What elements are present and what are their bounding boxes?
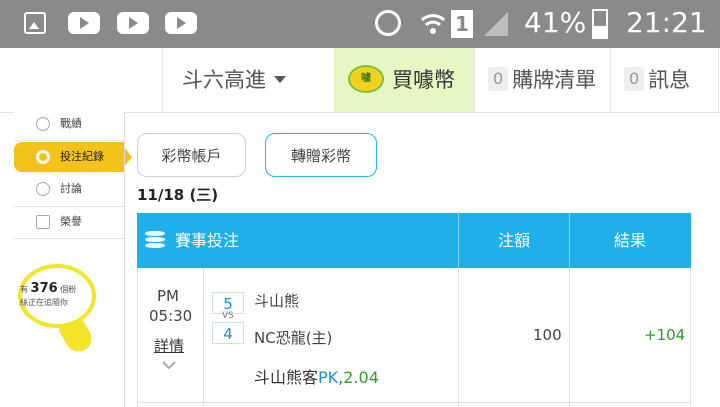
home-team: NC恐龍(主) <box>254 329 333 347</box>
user-menu[interactable]: 斗六高進 <box>182 48 286 112</box>
sidebar-divider <box>14 140 124 141</box>
expand-chevron-icon[interactable] <box>162 358 176 374</box>
cart-label: 購牌清單 <box>512 68 597 92</box>
fans-widget[interactable]: 有 376 個粉 絲正在追隨你 <box>14 262 100 360</box>
column-divider <box>569 268 570 407</box>
user-name: 斗六高進 <box>182 68 266 92</box>
bet-result: +104 <box>644 326 686 344</box>
youtube-notification-icon <box>68 12 100 34</box>
sidebar-border <box>124 112 125 407</box>
date-heading: 11/18 (三) <box>137 186 219 204</box>
buy-coins-button[interactable]: 噱買噱幣 <box>334 48 474 112</box>
fans-suffix: 絲正在追隨你 <box>20 298 68 307</box>
fans-text: 有 376 個粉 絲正在追隨你 <box>20 282 96 309</box>
battery-icon <box>592 9 608 39</box>
coin-logo-icon: 噱 <box>348 65 384 93</box>
sidebar-item-label: 投注紀錄 <box>60 150 104 163</box>
battery-percent: 41% <box>524 6 587 39</box>
fans-unit: 個粉 <box>60 285 77 294</box>
coin-account-button[interactable]: 彩幣帳戶 <box>137 133 246 177</box>
header-amount: 注額 <box>498 231 531 250</box>
bet-amount: 100 <box>533 326 562 344</box>
top-nav: 斗六高進 噱買噱幣 0 購牌清單 0 訊息 <box>0 48 720 113</box>
fans-prefix: 有 <box>20 285 28 294</box>
transfer-coins-button[interactable]: 轉贈彩幣 <box>265 133 377 177</box>
nav-divider <box>474 48 475 112</box>
sim-card-icon: 1 <box>451 10 473 38</box>
nav-divider <box>718 48 719 112</box>
header-divider <box>458 213 459 268</box>
honor-icon <box>36 215 50 229</box>
nav-divider <box>162 48 163 112</box>
youtube-notification-icon <box>165 12 197 34</box>
sidebar-divider <box>14 238 124 239</box>
bet-pick: 斗山熊客PK,2.04 <box>254 364 379 388</box>
header-divider <box>569 213 570 268</box>
details-link[interactable]: 詳情 <box>154 335 184 356</box>
sidebar-item-label: 討論 <box>60 182 82 195</box>
row-divider <box>137 402 691 403</box>
sidebar-item-bet-history[interactable]: 投注紀錄 <box>14 142 132 172</box>
sidebar-item-label: 戰績 <box>60 117 82 130</box>
header-result: 結果 <box>614 231 647 250</box>
sidebar: 戰績 投注紀錄 討論 榮譽 <box>14 109 132 407</box>
messages-label: 訊息 <box>648 68 691 92</box>
column-divider <box>203 268 204 407</box>
sidebar-item-honor[interactable]: 榮譽 <box>14 207 124 237</box>
vs-label: VS <box>222 311 234 321</box>
buy-coins-label: 買噱幣 <box>392 68 455 92</box>
away-team: 斗山熊 <box>254 292 300 310</box>
sim-number: 1 <box>455 12 469 36</box>
messages-button[interactable]: 0 訊息 <box>624 48 690 112</box>
sidebar-item-discussion[interactable]: 討論 <box>14 174 124 204</box>
pick-odds: ,2.04 <box>338 368 379 387</box>
game-time: 05:30 <box>149 307 193 325</box>
clock: 21:21 <box>626 6 707 39</box>
cart-button[interactable]: 0 購牌清單 <box>488 48 596 112</box>
pick-type: PK <box>318 368 339 387</box>
bet-record-icon <box>36 150 50 164</box>
home-score: 4 <box>212 322 244 344</box>
message-count-badge: 0 <box>624 67 645 91</box>
signal-icon <box>482 10 510 42</box>
youtube-notification-icon <box>117 12 149 34</box>
cart-count-badge: 0 <box>488 67 509 91</box>
fans-count: 376 <box>30 281 58 296</box>
pick-team: 斗山熊客 <box>254 368 319 387</box>
sidebar-item-label: 榮譽 <box>60 215 82 228</box>
game-period: PM <box>157 287 179 305</box>
header-event: 賽事投注 <box>175 231 240 250</box>
alarm-icon <box>375 10 401 36</box>
coin-stack-icon <box>145 231 165 249</box>
status-bar: 1 41% 21:21 <box>0 0 720 48</box>
wifi-icon <box>420 10 446 36</box>
gallery-notification-icon <box>24 12 46 34</box>
column-divider <box>458 268 459 407</box>
nav-divider <box>610 48 611 112</box>
sidebar-item-record[interactable]: 戰績 <box>14 109 124 139</box>
table-header: 賽事投注 注額 結果 <box>137 213 691 268</box>
trophy-icon <box>36 117 50 131</box>
caret-down-icon <box>274 75 286 83</box>
discussion-icon <box>36 182 50 196</box>
